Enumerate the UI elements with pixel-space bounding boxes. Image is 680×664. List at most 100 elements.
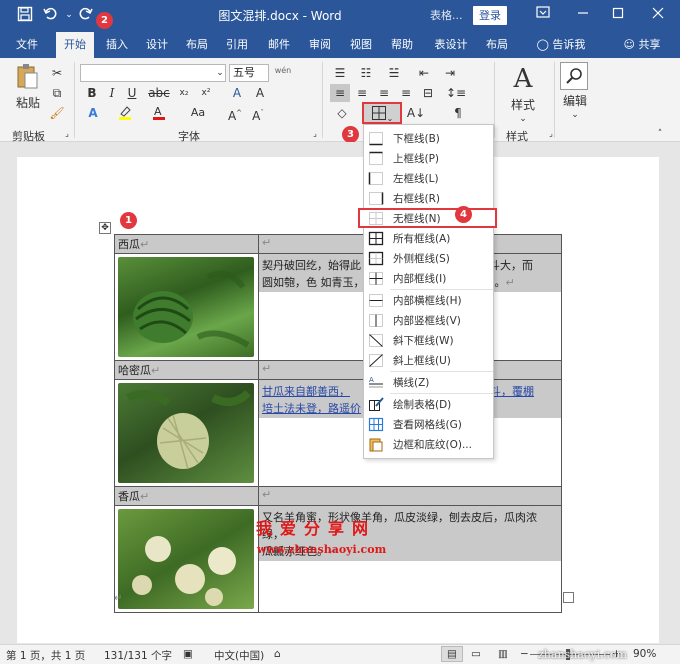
menu-item-diagonal-up[interactable]: 斜上框线(U) — [364, 350, 493, 370]
tab-help[interactable]: 帮助 — [385, 32, 419, 58]
menu-item-borders-shading[interactable]: 边框和底纹(O)... — [364, 434, 493, 454]
maximize-icon[interactable] — [606, 4, 630, 26]
font-launcher-icon[interactable]: ⌟ — [310, 128, 320, 140]
tab-tell-me[interactable]: ◯ 告诉我 — [528, 32, 594, 58]
font-dropdown-icon[interactable]: ⌄ — [215, 64, 225, 82]
line-spacing-icon[interactable]: ↕≡ — [444, 84, 468, 102]
clear-format-icon[interactable]: A — [227, 84, 247, 102]
language-status[interactable]: 中文(中国) — [214, 648, 264, 663]
tab-home[interactable]: 开始 — [56, 32, 94, 58]
subscript-icon[interactable]: x₂ — [174, 84, 194, 102]
copy-icon[interactable]: ⧉ — [48, 84, 66, 102]
web-layout-icon[interactable]: ▥ — [498, 648, 514, 660]
font-size-input[interactable]: 五号 — [229, 64, 269, 82]
search-icon[interactable] — [560, 62, 588, 90]
redo-icon[interactable] — [76, 6, 94, 24]
collapse-ribbon-icon[interactable]: ˄ — [654, 128, 666, 140]
styles-dropdown-icon[interactable]: ⌄ — [517, 110, 529, 128]
close-icon[interactable] — [646, 4, 670, 26]
decrease-indent-icon[interactable]: ⇤ — [414, 64, 434, 82]
text-effects-icon[interactable]: A — [84, 104, 102, 122]
font-name-input[interactable] — [80, 64, 226, 82]
menu-item-top-border[interactable]: 上框线(P) — [364, 148, 493, 168]
paste-button[interactable]: 粘贴 — [13, 94, 43, 112]
print-layout-icon[interactable]: ▭ — [471, 648, 487, 660]
superscript-icon[interactable]: x² — [196, 84, 216, 102]
accessibility-icon[interactable]: ⌂ — [274, 648, 288, 660]
table-cell[interactable] — [114, 253, 259, 361]
increase-indent-icon[interactable]: ⇥ — [440, 64, 460, 82]
menu-item-view-gridlines[interactable]: 查看网格线(G) — [364, 414, 493, 434]
phonetic-guide-icon[interactable]: wén — [273, 62, 293, 80]
char-border-icon[interactable]: A — [250, 84, 270, 102]
numbering-icon[interactable]: ☷ — [356, 64, 376, 82]
shrink-font-icon[interactable]: Aˇ — [249, 104, 267, 123]
align-left-icon[interactable]: ≡ — [330, 84, 350, 102]
read-mode-icon[interactable]: ▤ — [441, 646, 463, 662]
table-resize-handle-icon[interactable] — [563, 592, 574, 603]
align-right-icon[interactable]: ≡ — [374, 84, 394, 102]
tab-table-layout[interactable]: 布局 — [480, 32, 514, 58]
page-count[interactable]: 第 1 页，共 1 页 — [6, 648, 85, 663]
ribbon-display-icon[interactable] — [531, 4, 555, 26]
highlight-icon[interactable] — [116, 104, 134, 122]
word-count[interactable]: 131/131 个字 — [104, 648, 172, 663]
login-button[interactable]: 登录 — [473, 6, 507, 25]
zoom-out-icon[interactable]: − — [520, 648, 529, 660]
format-painter-icon[interactable]: 🖌 — [48, 104, 66, 122]
table-cell[interactable] — [114, 505, 259, 613]
table-cell[interactable]: 香瓜↵ — [114, 486, 259, 506]
menu-item-diagonal-down[interactable]: 斜下框线(W) — [364, 330, 493, 350]
grow-font-icon[interactable]: A^ — [226, 104, 244, 123]
font-color-icon[interactable]: A — [150, 104, 168, 122]
document-table[interactable]: 西瓜↵ ↵ 契丹破回纥，始得此实如斗大，而 圆如匏，色 如青玉，地多有之。↵ 哈… — [114, 234, 563, 613]
strikethrough-icon[interactable]: abc — [148, 84, 170, 102]
bullets-icon[interactable]: ☰ — [330, 64, 350, 82]
underline-icon[interactable]: U — [124, 84, 140, 102]
save-icon[interactable] — [16, 6, 34, 24]
show-marks-icon[interactable]: ¶ — [448, 104, 468, 122]
italic-icon[interactable]: I — [104, 84, 120, 102]
align-center-icon[interactable]: ≡ — [352, 84, 372, 102]
bold-icon[interactable]: B — [84, 84, 100, 102]
table-cell[interactable]: 西瓜↵ — [114, 234, 259, 254]
tab-file[interactable]: 文件 — [10, 32, 44, 58]
editing-dropdown-icon[interactable]: ⌄ — [569, 106, 581, 124]
menu-item-left-border[interactable]: 左框线(L) — [364, 168, 493, 188]
tab-layout[interactable]: 布局 — [180, 32, 214, 58]
clipboard-launcher-icon[interactable]: ⌟ — [62, 128, 72, 140]
tab-review[interactable]: 审阅 — [303, 32, 337, 58]
menu-item-inside-borders[interactable]: 内部框线(I) — [364, 268, 493, 288]
share-button[interactable]: ☺ 共享 — [617, 32, 667, 58]
distributed-icon[interactable]: ⊟ — [418, 84, 438, 102]
zoom-level[interactable]: 90% — [633, 648, 656, 660]
menu-item-outside-borders[interactable]: 外侧框线(S) — [364, 248, 493, 268]
menu-item-horizontal-line[interactable]: A 横线(Z) — [364, 372, 493, 392]
menu-item-draw-table[interactable]: 绘制表格(D) — [364, 394, 493, 414]
tab-table-design[interactable]: 表设计 — [428, 32, 474, 58]
tab-design[interactable]: 设计 — [140, 32, 174, 58]
minimize-icon[interactable] — [571, 4, 595, 26]
undo-icon[interactable] — [42, 6, 60, 24]
menu-item-inside-horizontal[interactable]: 内部横框线(H) — [364, 290, 493, 310]
styles-icon[interactable]: A — [508, 64, 538, 94]
change-case-icon[interactable]: Aa — [186, 104, 210, 122]
tab-view[interactable]: 视图 — [344, 32, 378, 58]
sort-icon[interactable]: A↓ — [406, 104, 426, 122]
tab-insert[interactable]: 插入 — [100, 32, 134, 58]
justify-icon[interactable]: ≡ — [396, 84, 416, 102]
shading-icon[interactable]: ◇ — [330, 104, 354, 122]
table-cell[interactable]: ↵ — [257, 486, 563, 506]
menu-item-all-borders[interactable]: 所有框线(A) — [364, 228, 493, 248]
borders-button[interactable]: ⌄ — [362, 102, 402, 124]
menu-item-right-border[interactable]: 右框线(R) — [364, 188, 493, 208]
proofing-icon[interactable]: ▣ — [183, 648, 197, 660]
cut-icon[interactable]: ✂ — [48, 64, 66, 82]
paste-icon[interactable] — [14, 62, 40, 92]
menu-item-no-border[interactable]: 无框线(N) — [358, 208, 497, 228]
tab-references[interactable]: 引用 — [220, 32, 254, 58]
multilevel-list-icon[interactable]: ☱ — [384, 64, 404, 82]
table-cell[interactable] — [114, 379, 259, 487]
table-move-handle-icon[interactable]: ✥ — [99, 222, 111, 234]
menu-item-inside-vertical[interactable]: 内部竖框线(V) — [364, 310, 493, 330]
